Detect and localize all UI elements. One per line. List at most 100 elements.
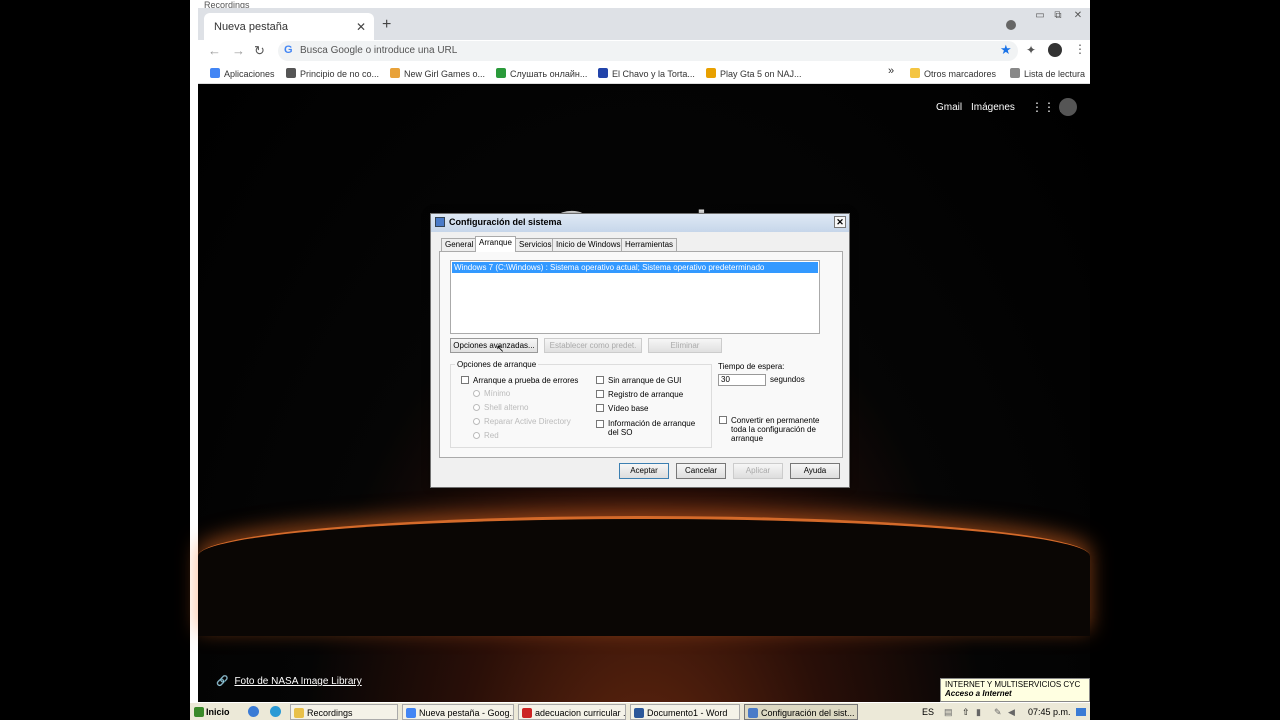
no-gui-checkbox[interactable] (596, 376, 604, 384)
restore-button[interactable]: ⧉ (1050, 10, 1066, 22)
taskbar-item-msconfig[interactable]: Configuración del sist... (744, 704, 858, 720)
minimize-button[interactable]: ▭ (1032, 10, 1048, 22)
extensions-icon[interactable]: ✦ (1026, 43, 1036, 57)
folder-icon (294, 708, 304, 718)
gmail-link[interactable]: Gmail (936, 102, 962, 113)
os-list[interactable]: Windows 7 (C:\Windows) : Sistema operati… (450, 260, 820, 334)
reload-icon[interactable]: ↻ (254, 43, 265, 59)
tab-new-tab[interactable]: Nueva pestaña ✕ (204, 13, 374, 40)
volume-icon[interactable]: ◀ (1008, 707, 1015, 718)
base-video-label: Vídeo base (608, 404, 649, 413)
alt-shell-radio[interactable] (473, 404, 480, 411)
forward-icon[interactable]: → (232, 43, 245, 58)
quicklaunch-edge-icon[interactable] (270, 706, 281, 717)
bookmark-label: Principio de no co... (300, 69, 380, 79)
msconfig-icon (748, 708, 758, 718)
apply-button[interactable]: Aplicar (733, 463, 783, 479)
screen: Recordings Nueva pestaña ✕ + ▭ ⧉ ✕ ← → ↻… (0, 0, 1280, 720)
mouse-cursor-icon: ↖ (496, 344, 505, 355)
other-bookmarks[interactable]: Otros marcadores (910, 68, 996, 79)
bookmark-item[interactable]: Play Gta 5 on NAJ... (706, 68, 802, 79)
photo-credit-label: Foto de NASA Image Library (234, 676, 362, 687)
tab-search-icon[interactable] (1006, 20, 1016, 30)
printer-icon[interactable]: ▤ (944, 707, 953, 718)
bookmark-apps[interactable]: Aplicaciones (210, 68, 275, 79)
taskbar-item-recordings[interactable]: Recordings (290, 704, 398, 720)
safe-boot-label: Arranque a prueba de errores (473, 376, 579, 385)
google-apps-icon[interactable]: ⋮⋮⋮ (1031, 101, 1067, 114)
network-icon[interactable]: ▮ (976, 707, 981, 718)
tab-inicio-windows[interactable]: Inicio de Windows (552, 238, 625, 251)
dialog-close-icon[interactable]: ✕ (834, 216, 846, 228)
delete-button[interactable]: Eliminar (648, 338, 722, 353)
boot-log-label: Registro de arranque (608, 390, 684, 399)
bookmark-item[interactable]: El Chavo y la Torta... (598, 68, 695, 79)
windows-logo-icon (194, 707, 204, 717)
tab-close-icon[interactable]: ✕ (356, 20, 366, 34)
dialog-titlebar[interactable]: Configuración del sistema ✕ (431, 214, 849, 232)
advanced-options-button[interactable]: Opciones avanzadas... (450, 338, 538, 353)
profile-avatar[interactable] (1048, 43, 1062, 57)
base-video-checkbox[interactable] (596, 404, 604, 412)
bookmark-favicon (706, 68, 716, 78)
taskbar-item-label: adecuacion curricular ... (535, 708, 626, 718)
bookmark-item[interactable]: Principio de no co... (286, 68, 379, 79)
quicklaunch-ie-icon[interactable] (248, 706, 259, 717)
notification-title: INTERNET Y MULTISERVICIOS CYC (945, 680, 1081, 689)
set-default-button[interactable]: Establecer como predet. (544, 338, 642, 353)
bookmark-label: Aplicaciones (224, 69, 275, 79)
account-avatar[interactable] (1059, 98, 1077, 116)
taskbar-item-pdf[interactable]: adecuacion curricular ... (518, 704, 626, 720)
start-button[interactable]: Inicio (192, 704, 230, 720)
timeout-label: Tiempo de espera: (718, 362, 785, 371)
tab-arranque[interactable]: Arranque (475, 236, 516, 252)
new-tab-button[interactable]: + (382, 16, 391, 34)
ok-button[interactable]: Aceptar (619, 463, 669, 479)
close-button[interactable]: ✕ (1070, 10, 1086, 22)
address-bar[interactable]: Busca Google o introduce una URL (278, 41, 1018, 61)
bookmark-item[interactable]: Слушать онлайн... (496, 68, 587, 79)
make-permanent-checkbox[interactable] (719, 416, 727, 424)
boot-log-checkbox[interactable] (596, 390, 604, 398)
notification-subtitle: Acceso a Internet (945, 689, 1012, 698)
os-info-label: Información de arranque del SO (608, 419, 696, 437)
bookmark-favicon (390, 68, 400, 78)
os-info-checkbox[interactable] (596, 420, 604, 428)
boot-options-label: Opciones de arranque (455, 360, 539, 369)
link-icon: 🔗 (216, 676, 229, 687)
language-indicator[interactable]: ES (922, 707, 934, 717)
minimal-radio[interactable] (473, 390, 480, 397)
back-icon[interactable]: ← (208, 43, 221, 58)
dialog-title: Configuración del sistema (449, 217, 562, 227)
tab-servicios[interactable]: Servicios (515, 238, 556, 251)
tab-herramientas[interactable]: Herramientas (621, 238, 678, 251)
bookmark-favicon (598, 68, 608, 78)
bookmark-label: El Chavo y la Torta... (612, 69, 695, 79)
images-link[interactable]: Imágenes (971, 102, 1015, 113)
taskbar-item-word[interactable]: Documento1 - Word (630, 704, 740, 720)
clock[interactable]: 07:45 p.m. (1028, 707, 1071, 717)
arrow-up-icon[interactable]: ⇧ (962, 707, 970, 718)
help-button[interactable]: Ayuda (790, 463, 840, 479)
photo-credit-link[interactable]: 🔗 Foto de NASA Image Library (216, 676, 362, 687)
other-bookmarks-label: Otros marcadores (924, 69, 997, 79)
taskbar-item-chrome[interactable]: Nueva pestaña - Goog... (402, 704, 514, 720)
tools-icon[interactable]: ✎ (994, 707, 1002, 718)
reading-list[interactable]: Lista de lectura (1010, 68, 1085, 79)
safe-boot-checkbox[interactable] (461, 376, 469, 384)
ad-repair-radio[interactable] (473, 418, 480, 425)
alt-shell-label: Shell alterno (484, 403, 529, 412)
os-list-item[interactable]: Windows 7 (C:\Windows) : Sistema operati… (452, 262, 818, 273)
bookmark-label: Play Gta 5 on NAJ... (720, 69, 802, 79)
bookmark-star-icon[interactable]: ★ (1000, 42, 1012, 58)
tab-general[interactable]: General (441, 238, 478, 251)
timeout-input[interactable]: 30 (718, 374, 766, 386)
cancel-button[interactable]: Cancelar (676, 463, 726, 479)
menu-icon[interactable]: ⋮ (1074, 42, 1086, 56)
network-radio[interactable] (473, 432, 480, 439)
show-desktop-icon[interactable] (1076, 708, 1086, 716)
word-icon (634, 708, 644, 718)
reading-list-label: Lista de lectura (1024, 69, 1086, 79)
bookmarks-overflow[interactable]: » (888, 65, 894, 77)
bookmark-item[interactable]: New Girl Games o... (390, 68, 485, 79)
